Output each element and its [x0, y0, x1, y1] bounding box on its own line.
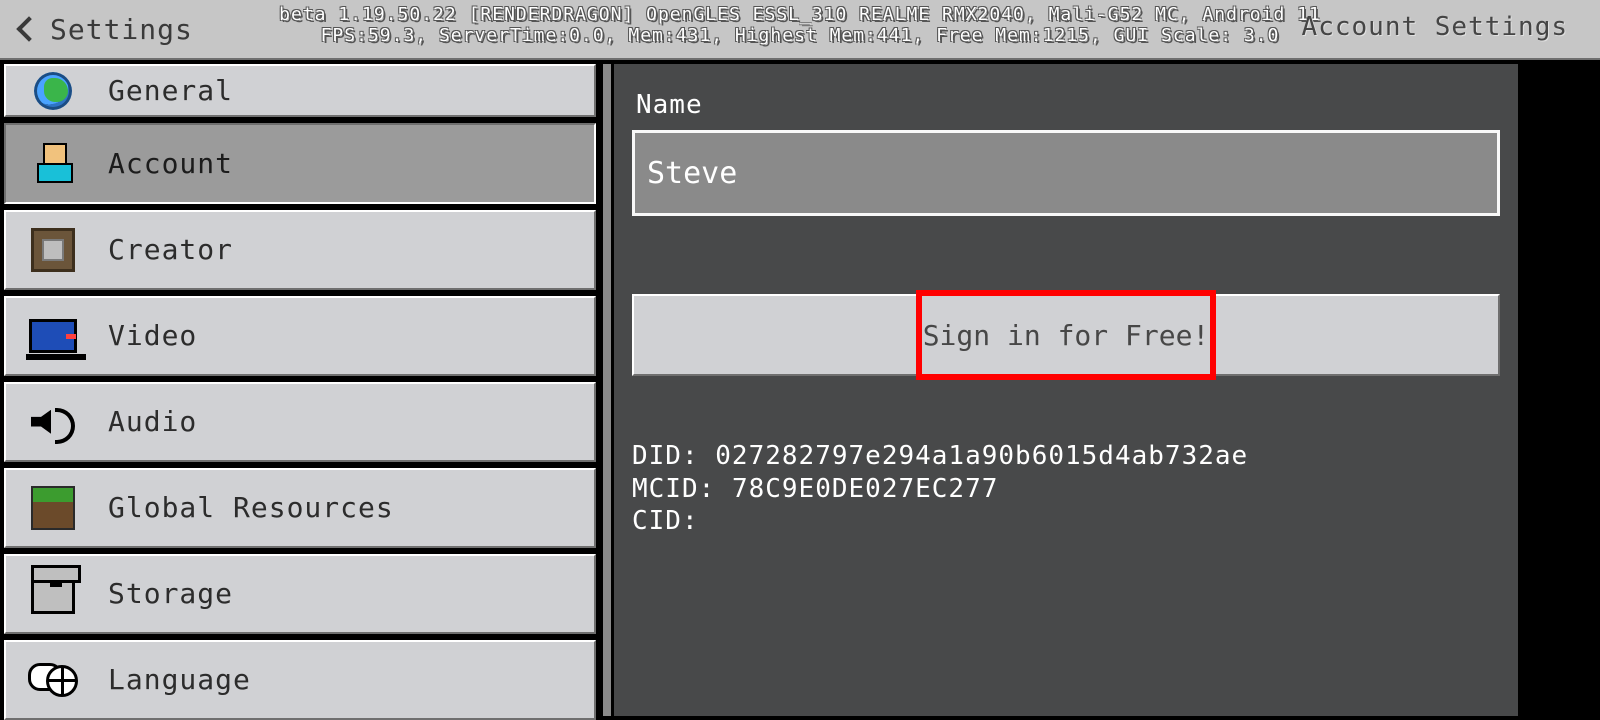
- sidebar-item-label: Audio: [108, 405, 197, 438]
- sidebar-item-label: General: [108, 74, 233, 107]
- language-icon: [28, 655, 78, 705]
- mcid-value: 78C9E0DE027EC277: [732, 474, 998, 504]
- sidebar-item-general[interactable]: General: [4, 64, 596, 117]
- vertical-divider: [600, 60, 614, 720]
- sidebar: General Account Creator Video Audio Glob…: [0, 60, 600, 720]
- back-button[interactable]: Settings: [0, 13, 193, 46]
- mcid-label: MCID:: [632, 474, 715, 504]
- speaker-icon: [28, 397, 78, 447]
- sidebar-item-label: Creator: [108, 233, 233, 266]
- account-ids: DID: 027282797e294a1a90b6015d4ab732ae MC…: [632, 440, 1500, 538]
- cid-label: CID:: [632, 506, 699, 536]
- sidebar-item-storage[interactable]: Storage: [4, 554, 596, 634]
- body: General Account Creator Video Audio Glob…: [0, 60, 1600, 720]
- sidebar-item-label: Storage: [108, 577, 233, 610]
- account-icon: [28, 138, 78, 188]
- sidebar-item-creator[interactable]: Creator: [4, 210, 596, 290]
- sidebar-item-account[interactable]: Account: [4, 123, 596, 203]
- globe-icon: [28, 71, 78, 111]
- content-panel: Name Sign in for Free! DID: 027282797e29…: [614, 64, 1518, 716]
- sidebar-item-video[interactable]: Video: [4, 296, 596, 376]
- header-section-title: Account Settings: [1302, 12, 1568, 42]
- sidebar-item-label: Language: [108, 663, 251, 696]
- sign-in-button[interactable]: Sign in for Free!: [632, 294, 1500, 376]
- did-label: DID:: [632, 441, 699, 471]
- sidebar-item-label: Account: [108, 147, 233, 180]
- right-black-bar: [1518, 60, 1600, 720]
- name-input[interactable]: [632, 130, 1500, 216]
- did-value: 027282797e294a1a90b6015d4ab732ae: [715, 441, 1248, 471]
- chevron-left-icon: [16, 16, 41, 41]
- content-outer: Name Sign in for Free! DID: 027282797e29…: [614, 60, 1600, 720]
- command-block-icon: [28, 225, 78, 275]
- monitor-icon: [28, 311, 78, 361]
- grass-block-icon: [28, 483, 78, 533]
- sidebar-item-audio[interactable]: Audio: [4, 382, 596, 462]
- sidebar-item-label: Video: [108, 319, 197, 352]
- storage-box-icon: [28, 569, 78, 619]
- header-bar: Settings beta 1.19.50.22 [RENDERDRAGON] …: [0, 0, 1600, 60]
- signin-wrap: Sign in for Free!: [632, 294, 1500, 376]
- sidebar-item-label: Global Resources: [108, 491, 394, 524]
- sidebar-item-global-resources[interactable]: Global Resources: [4, 468, 596, 548]
- sidebar-item-language[interactable]: Language: [4, 640, 596, 720]
- name-label: Name: [636, 90, 1500, 120]
- header-title: Settings: [50, 13, 193, 46]
